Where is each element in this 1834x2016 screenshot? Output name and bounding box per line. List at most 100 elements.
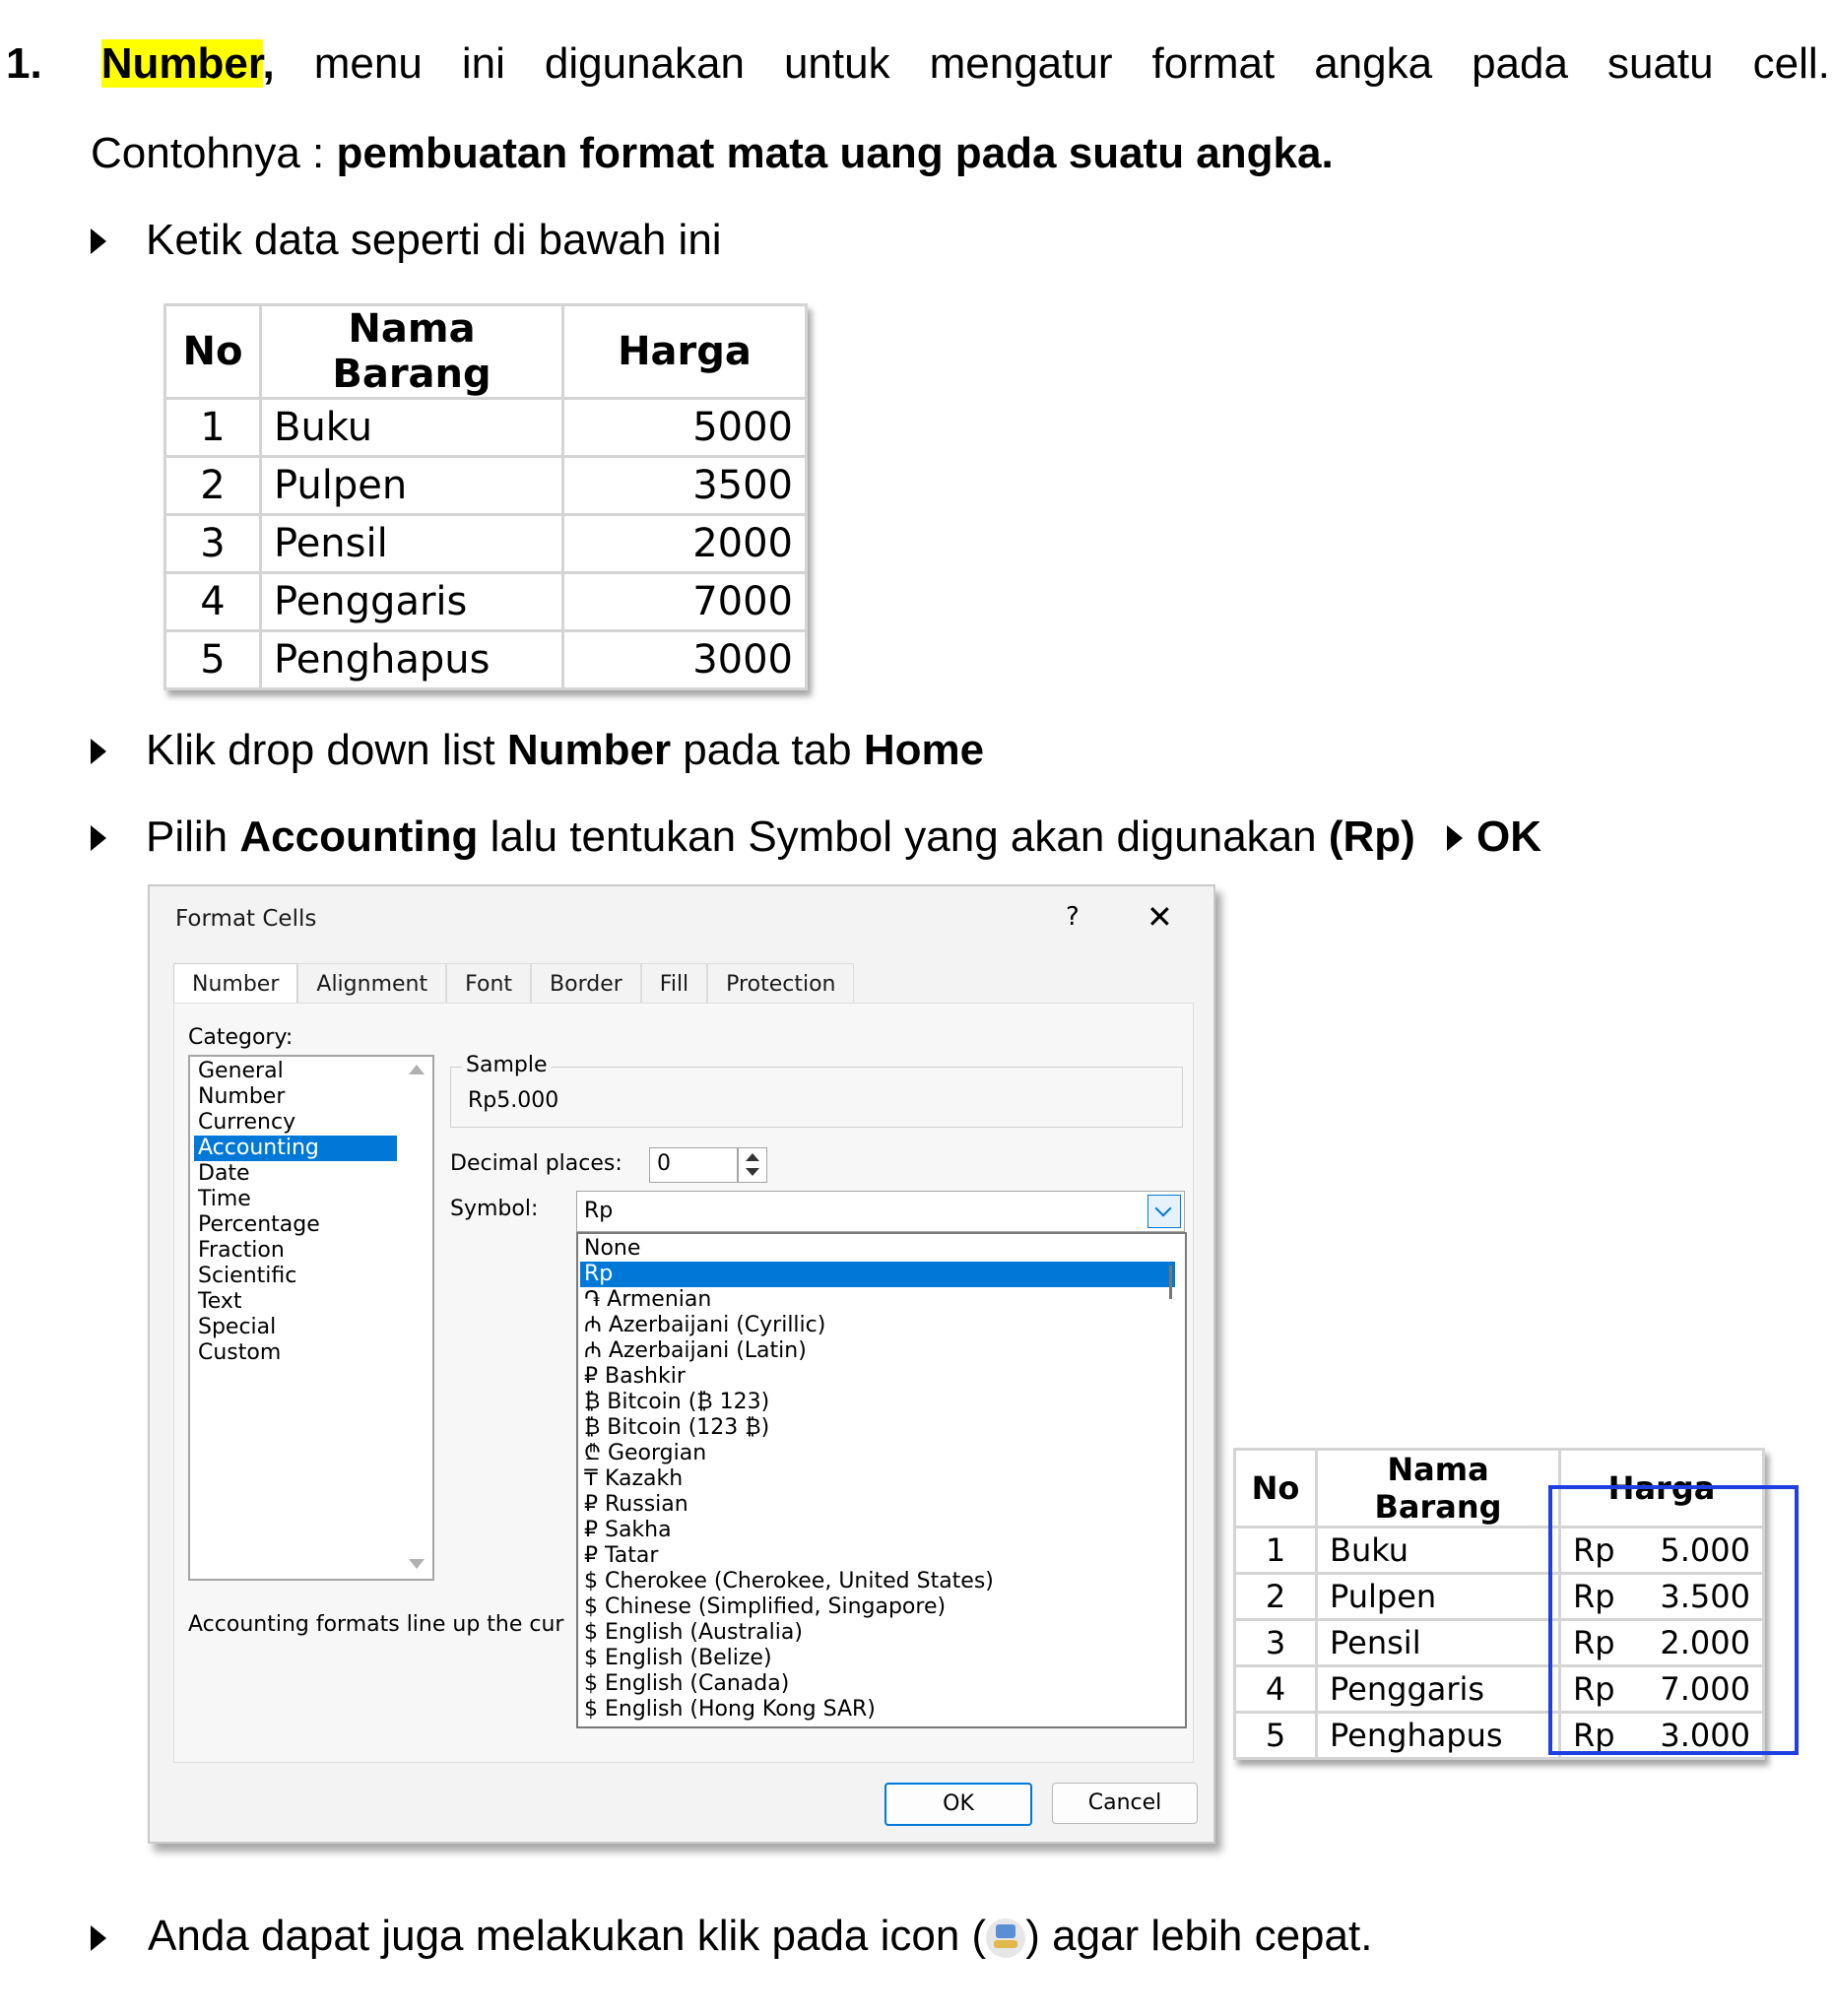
step-3-bold: (Rp) [1328, 813, 1415, 861]
symbol-option[interactable]: ₸ Kazakh [580, 1466, 1181, 1492]
accounting-format-icon[interactable] [986, 1918, 1026, 1959]
step-3-part: Pilih [146, 813, 240, 861]
step-3-bold: OK [1476, 813, 1542, 861]
cell-no: 1 [164, 397, 262, 458]
cell-no: 2 [1233, 1572, 1318, 1621]
decimal-places-label: Decimal places: [450, 1151, 622, 1176]
symbol-option[interactable]: ₿ Bitcoin (₿ 123) [580, 1390, 1181, 1415]
category-item[interactable]: Text [194, 1289, 397, 1315]
cell-harga: 7000 [561, 571, 808, 632]
heading-word: suatu [1606, 39, 1714, 88]
symbol-option[interactable]: ₾ Georgian [580, 1441, 1181, 1466]
category-item[interactable]: Time [194, 1187, 397, 1212]
close-icon[interactable]: ✕ [1146, 898, 1173, 936]
category-item[interactable]: Custom [194, 1340, 397, 1366]
step-4-part: Anda dapat juga melakukan klik pada icon… [148, 1912, 987, 1960]
chevron-down-icon[interactable] [1147, 1195, 1181, 1228]
symbol-value: Rp [584, 1199, 614, 1223]
spin-up-icon[interactable] [746, 1153, 759, 1161]
category-item[interactable]: General [194, 1059, 397, 1084]
symbol-option[interactable]: ₼ Azerbaijani (Cyrillic) [580, 1313, 1181, 1338]
symbol-select[interactable] [576, 1191, 1185, 1232]
cell-harga: 2000 [561, 513, 808, 574]
symbol-list-scrollbar[interactable] [1169, 1266, 1172, 1299]
category-list[interactable]: General Number Currency Accounting Date … [188, 1055, 434, 1581]
cell-nama: Buku [259, 397, 564, 458]
symbol-option[interactable]: $ English (Hong Kong SAR) [580, 1697, 1181, 1723]
category-item[interactable]: Fraction [194, 1238, 397, 1264]
symbol-option[interactable]: ₽ Bashkir [580, 1364, 1181, 1390]
cell-nama: Penghapus [259, 629, 564, 690]
tab-font[interactable]: Font [446, 963, 532, 1004]
tab-fill[interactable]: Fill [640, 963, 708, 1004]
symbol-option[interactable]: ₽ Tatar [580, 1543, 1181, 1569]
cancel-button[interactable]: Cancel [1052, 1783, 1198, 1824]
cell-nama: Penghapus [1315, 1711, 1561, 1760]
symbol-option[interactable]: ₼ Azerbaijani (Latin) [580, 1338, 1181, 1364]
triangle-bullet-icon [91, 739, 106, 764]
cell-nama: Pulpen [1315, 1572, 1561, 1621]
symbol-option[interactable]: $ English (Belize) [580, 1646, 1181, 1671]
decimal-spinner[interactable] [738, 1147, 767, 1183]
symbol-option[interactable]: $ English (Canada) [580, 1671, 1181, 1697]
cell-no: 3 [164, 513, 262, 574]
triangle-bullet-icon [91, 228, 106, 254]
category-item[interactable]: Date [194, 1161, 397, 1187]
scroll-down-icon[interactable] [409, 1559, 425, 1569]
category-description: Accounting formats line up the cur [188, 1612, 564, 1637]
tab-number[interactable]: Number [173, 963, 298, 1004]
category-item[interactable]: Number [194, 1084, 397, 1110]
symbol-option[interactable]: $ Chinese (Simplified, Singapore) [580, 1594, 1181, 1620]
cell-harga: 3000 [561, 629, 808, 690]
sample-label: Sample [462, 1053, 552, 1077]
bullet-2 [91, 739, 106, 769]
heading-word: ini [461, 39, 505, 88]
help-button[interactable]: ? [1066, 902, 1080, 932]
tab-border[interactable]: Border [531, 963, 641, 1004]
symbol-option[interactable]: $ English (Australia) [580, 1620, 1181, 1646]
category-item-selected[interactable]: Accounting [194, 1136, 397, 1161]
bullet-4 [91, 1925, 106, 1956]
col-header-no: No [164, 303, 262, 400]
heading-word: format [1151, 39, 1276, 88]
symbol-option[interactable]: $ Cherokee (Cherokee, United States) [580, 1569, 1181, 1594]
tab-protection[interactable]: Protection [707, 963, 855, 1004]
col-header-nama: Nama Barang [1315, 1448, 1561, 1528]
sheet-table-original: No Nama Barang Harga 1 Buku 5000 2 Pulpe… [164, 303, 808, 690]
example-bold: pembuatan format mata uang pada suatu an… [336, 129, 1334, 177]
scroll-up-icon[interactable] [409, 1065, 425, 1074]
table-row: 3 Pensil 2000 [164, 513, 808, 574]
symbol-option[interactable]: None [580, 1236, 1181, 1262]
tab-alignment[interactable]: Alignment [297, 963, 447, 1004]
heading-word: digunakan [544, 39, 745, 88]
symbol-option[interactable]: ₽ Russian [580, 1492, 1181, 1518]
step-4-part: ) agar lebih cepat. [1025, 1912, 1373, 1960]
triangle-bullet-icon [91, 1925, 106, 1951]
symbol-option[interactable]: ֏ Armenian [580, 1287, 1181, 1313]
category-item[interactable]: Scientific [194, 1264, 397, 1289]
category-item[interactable]: Currency [194, 1110, 397, 1136]
cell-nama: Buku [1315, 1526, 1561, 1575]
cell-no: 3 [1233, 1618, 1318, 1667]
spin-down-icon[interactable] [746, 1168, 759, 1176]
bullet-1 [91, 228, 106, 259]
symbol-option-selected[interactable]: Rp [580, 1262, 1175, 1287]
highlight-frame [1548, 1485, 1799, 1755]
sample-value: Rp5.000 [468, 1088, 559, 1113]
cell-nama: Penggaris [1315, 1664, 1561, 1714]
symbol-option[interactable]: ₽ Sakha [580, 1518, 1181, 1543]
category-item[interactable]: Percentage [194, 1212, 397, 1238]
symbol-option[interactable]: ₿ Bitcoin (123 ₿) [580, 1415, 1181, 1441]
heading-keyword-group: Number, [100, 33, 275, 95]
cell-nama: Pulpen [259, 455, 564, 516]
col-header-no: No [1233, 1448, 1318, 1528]
triangle-arrow-icon [1447, 825, 1464, 851]
col-header-harga: Harga [561, 303, 808, 400]
step-3-text: Pilih Accounting lalu tentukan Symbol ya… [146, 812, 1541, 863]
dialog-tabs: Number Alignment Font Border Fill Protec… [173, 963, 855, 1004]
ok-button[interactable]: OK [884, 1783, 1032, 1826]
heading-number: 1. [6, 39, 42, 88]
symbol-dropdown-list[interactable]: None Rp ֏ Armenian ₼ Azerbaijani (Cyrill… [576, 1232, 1187, 1728]
cell-nama: Penggaris [259, 571, 564, 632]
category-item[interactable]: Special [194, 1315, 397, 1340]
